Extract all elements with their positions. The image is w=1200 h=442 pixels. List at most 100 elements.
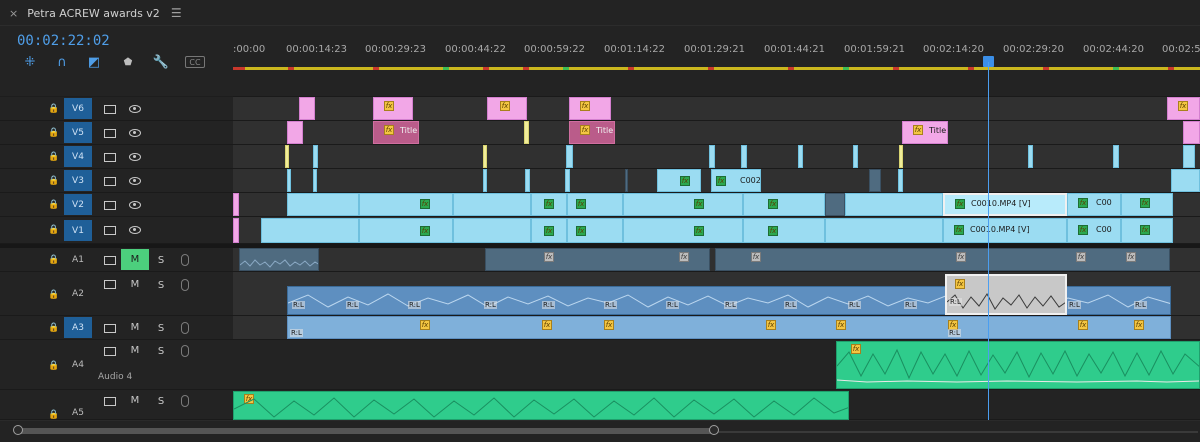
sync-lock-icon[interactable] [104, 226, 116, 235]
music-audio-clip[interactable]: fx [233, 391, 849, 420]
title-clip[interactable]: fx Title [569, 121, 615, 144]
eye-icon[interactable] [129, 201, 141, 209]
video-clip[interactable]: fx [567, 218, 623, 243]
solo-button-a2[interactable]: S [154, 278, 168, 292]
video-clip[interactable]: fx [359, 193, 453, 216]
video-clip-selected[interactable]: fx C0010.MP4 [V] [943, 193, 1067, 216]
lock-icon[interactable]: 🔒 [48, 152, 59, 162]
microphone-icon[interactable] [181, 395, 189, 407]
solo-button-a4[interactable]: S [154, 344, 168, 358]
mute-button-a5[interactable]: M [121, 390, 149, 411]
title-clip[interactable]: fx Title [902, 121, 948, 144]
video-clip[interactable] [853, 145, 858, 168]
graphic-clip[interactable] [1183, 121, 1200, 144]
lock-icon[interactable]: 🔒 [48, 290, 59, 300]
track-target-v4[interactable]: V4 [64, 146, 92, 167]
sequence-tab[interactable]: × Petra ACREW awards v2 ☰ [0, 0, 182, 26]
sync-lock-icon[interactable] [104, 347, 116, 356]
video-clip[interactable]: fx [531, 193, 567, 216]
graphic-clip[interactable] [233, 193, 239, 216]
video-clip[interactable]: fx [359, 218, 453, 243]
track-lane-v4[interactable] [233, 145, 1200, 169]
graphic-clip[interactable]: fx [373, 97, 413, 120]
lock-icon[interactable]: 🔒 [48, 176, 59, 186]
video-clip[interactable]: fx [1121, 193, 1173, 216]
track-lane-a5[interactable]: fx [233, 390, 1200, 420]
video-clip[interactable]: fx C00 [1067, 193, 1121, 216]
video-clip[interactable] [1171, 169, 1200, 192]
audio-clip[interactable]: fx fx fx fx fx fx fx fx R:L R:L [287, 316, 1171, 339]
microphone-icon[interactable] [181, 279, 189, 291]
video-clip[interactable]: fx [567, 193, 623, 216]
graphic-clip[interactable] [287, 121, 303, 144]
video-clip[interactable]: fx [1121, 218, 1173, 243]
mute-button-a3[interactable]: M [121, 317, 149, 338]
track-target-a3[interactable]: A3 [64, 317, 92, 338]
video-clip[interactable]: fx C00 [1067, 218, 1121, 243]
eye-icon[interactable] [129, 129, 141, 137]
lock-icon[interactable]: 🔒 [48, 200, 59, 210]
marker-icon[interactable]: ⬟ [118, 54, 138, 70]
mute-button-a2[interactable]: M [121, 274, 149, 295]
add-marker-icon[interactable]: ◩ [84, 54, 104, 70]
scrollbar-thumb[interactable] [18, 428, 714, 434]
zoom-handle-right[interactable] [709, 425, 719, 435]
graphic-clip[interactable]: fx [569, 97, 611, 120]
sync-lock-icon[interactable] [104, 105, 116, 114]
adjustment-clip[interactable] [524, 121, 529, 144]
video-clip[interactable] [313, 145, 318, 168]
sync-lock-icon[interactable] [104, 129, 116, 138]
track-lane-a1[interactable]: fx fx fx fx fx fx [233, 248, 1200, 272]
adjustment-clip[interactable] [285, 145, 289, 168]
track-target-a4[interactable]: A4 [64, 354, 92, 375]
video-clip[interactable] [825, 218, 943, 243]
sync-lock-icon[interactable] [104, 256, 116, 265]
video-clip[interactable] [566, 145, 573, 168]
video-clip[interactable] [1113, 145, 1119, 168]
graphic-clip[interactable]: fx [487, 97, 527, 120]
track-lane-v3[interactable]: fx fx C002 [233, 169, 1200, 193]
video-clip[interactable] [741, 145, 747, 168]
video-clip[interactable]: fx [623, 218, 743, 243]
video-clip[interactable] [565, 169, 570, 192]
panel-menu-icon[interactable]: ☰ [171, 6, 182, 20]
audio-clip-muted[interactable]: fx fx fx fx [715, 248, 1170, 271]
captions-icon[interactable]: CC [185, 56, 205, 68]
track-target-a1[interactable]: A1 [64, 249, 92, 270]
eye-icon[interactable] [129, 105, 141, 113]
graphic-clip[interactable] [233, 218, 239, 243]
track-lane-a4[interactable]: fx [233, 340, 1200, 390]
video-clip[interactable] [313, 169, 317, 192]
eye-icon[interactable] [129, 226, 141, 234]
video-clip[interactable] [483, 169, 487, 192]
audio-clip-muted[interactable] [239, 248, 319, 271]
lock-icon[interactable]: 🔒 [48, 410, 59, 420]
lock-icon[interactable]: 🔒 [48, 225, 59, 235]
linked-selection-icon[interactable]: ∩ [52, 54, 72, 70]
track-lane-v2[interactable]: fx fx fx fx fx fx C0010.MP4 [V] fx C00 fx [233, 193, 1200, 217]
settings-wrench-icon[interactable]: 🔧 [151, 54, 171, 70]
zoom-handle-left[interactable] [13, 425, 23, 435]
solo-button-a1[interactable]: S [154, 253, 168, 267]
track-target-v2[interactable]: V2 [64, 194, 92, 215]
track-target-a5[interactable]: A5 [64, 406, 92, 420]
graphic-clip[interactable] [299, 97, 315, 120]
microphone-icon[interactable] [181, 345, 189, 357]
audio-clip-muted[interactable]: fx fx [485, 248, 710, 271]
solo-button-a3[interactable]: S [154, 321, 168, 335]
video-clip[interactable]: fx [743, 193, 825, 216]
sync-lock-icon[interactable] [104, 280, 116, 289]
track-lane-a3[interactable]: fx fx fx fx fx fx fx fx R:L R:L [233, 316, 1200, 340]
video-clip[interactable]: fx [623, 193, 743, 216]
track-target-a2[interactable]: A2 [64, 283, 92, 304]
track-lane-v6[interactable]: fx fx fx fx [233, 97, 1200, 121]
sync-lock-icon[interactable] [104, 177, 116, 186]
video-clip[interactable] [287, 193, 359, 216]
track-target-v5[interactable]: V5 [64, 122, 92, 143]
time-ruler[interactable]: :00:00 00:00:14:23 00:00:29:23 00:00:44:… [233, 26, 1200, 96]
video-clip[interactable] [825, 193, 845, 216]
title-clip[interactable]: fx Title [373, 121, 419, 144]
music-audio-clip[interactable]: fx [836, 341, 1200, 389]
adjustment-clip[interactable] [899, 145, 903, 168]
eye-icon[interactable] [129, 177, 141, 185]
